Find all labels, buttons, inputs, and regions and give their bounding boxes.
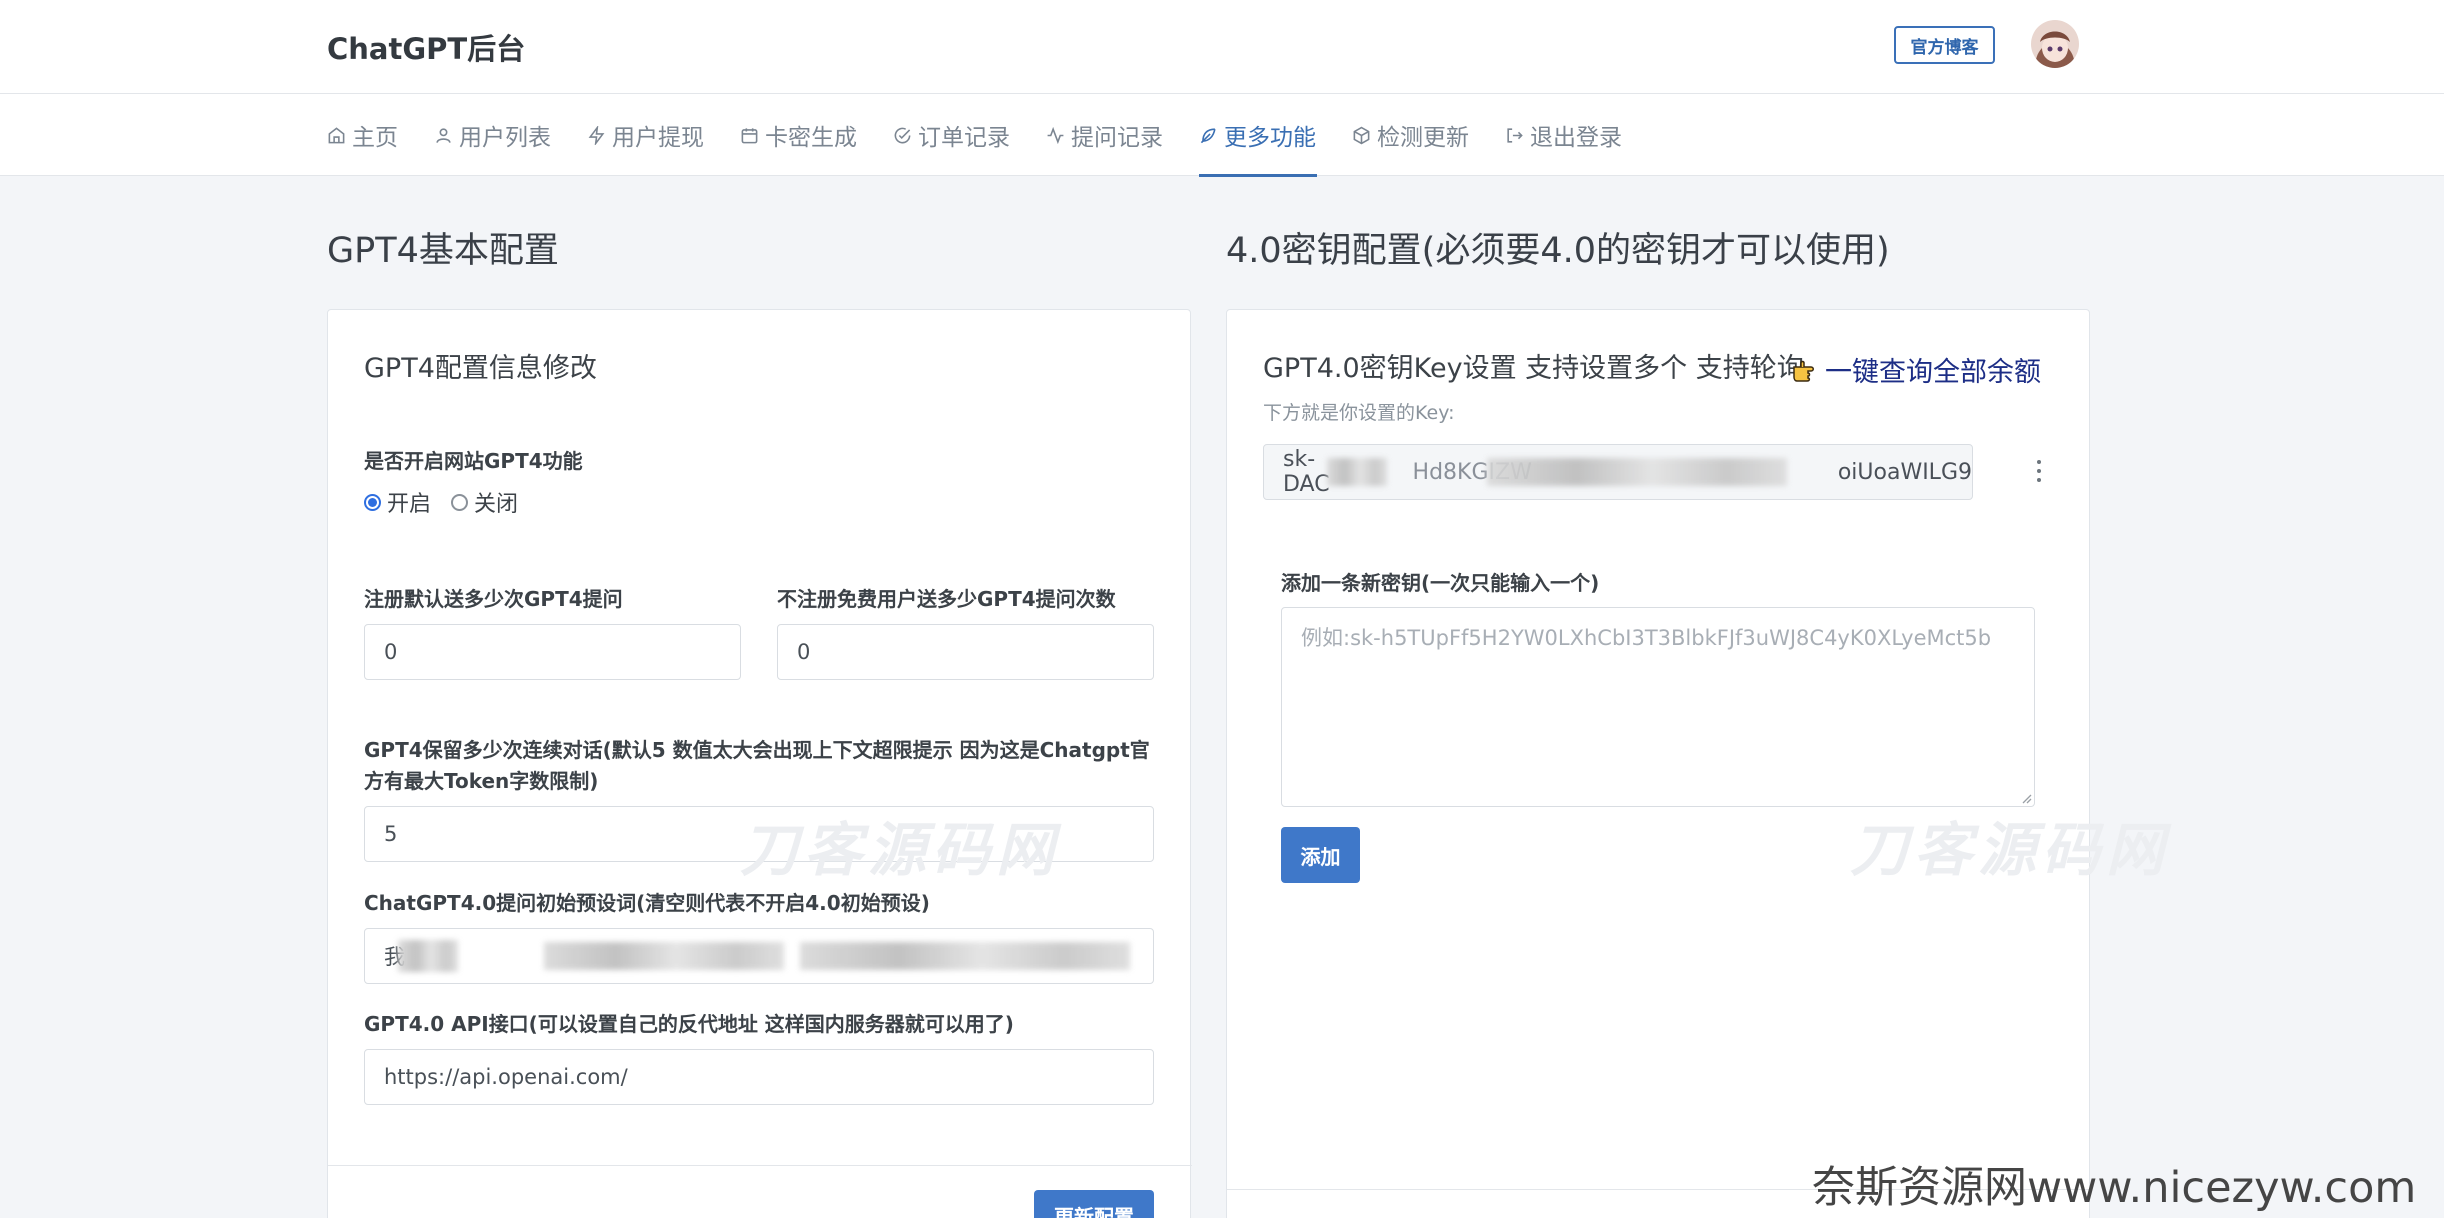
card-title: GPT4.0密钥Key设置 支持设置多个 支持轮询: [1263, 353, 1804, 384]
nav-item-user-list[interactable]: 用户列表: [434, 94, 551, 176]
nav-label: 订单记录: [918, 125, 1010, 151]
calendar-icon: [741, 127, 758, 143]
gpt4-config-card: GPT4配置信息修改 是否开启网站GPT4功能 开启 关闭 注册默认送多少次GP…: [327, 309, 1192, 1218]
query-balance-label: 一键查询全部余额: [1825, 357, 2041, 388]
pointing-hand-icon: [1793, 360, 1814, 382]
context-label-line1: GPT4保留多少次连续对话(默认5 数值太大会出现上下文超限提示 因为这是Cha…: [364, 738, 1150, 762]
nav-label: 主页: [352, 125, 398, 151]
key-hint: 下方就是你设置的Key:: [1263, 402, 1455, 424]
left-section-title: GPT4基本配置: [327, 231, 559, 271]
nav-item-questions[interactable]: 提问记录: [1046, 94, 1163, 176]
enable-label: 是否开启网站GPT4功能: [364, 449, 583, 473]
radio-off-label: 关闭: [474, 492, 519, 517]
api-input[interactable]: https://api.openai.com/: [364, 1049, 1154, 1105]
radio-on[interactable]: [364, 493, 381, 511]
blurred-text: [544, 942, 784, 970]
register-count-input[interactable]: 0: [364, 624, 741, 680]
card-title: GPT4配置信息修改: [364, 353, 597, 384]
context-label: GPT4保留多少次连续对话(默认5 数值太大会出现上下文超限提示 因为这是Cha…: [364, 735, 1164, 797]
nav-item-home[interactable]: 主页: [327, 94, 398, 176]
brand-title[interactable]: ChatGPT后台: [327, 26, 525, 68]
context-label-line2: 方有最大Token字数限制): [364, 769, 599, 793]
nav-label: 退出登录: [1530, 125, 1622, 151]
free-count-input[interactable]: 0: [777, 624, 1154, 680]
user-icon: [436, 127, 451, 143]
more-vertical-icon[interactable]: [2037, 460, 2043, 482]
query-balance-link[interactable]: 一键查询全部余额: [1791, 350, 2041, 389]
new-key-textarea[interactable]: 例如:sk-h5TUpFf5H2YW0LXhCbI3T3BlbkFJf3uWJ8…: [1281, 607, 2035, 807]
nav-label: 提问记录: [1071, 125, 1163, 151]
box-icon: [1353, 126, 1370, 144]
register-count-label: 注册默认送多少次GPT4提问: [364, 587, 623, 611]
card-divider: [328, 1165, 1192, 1166]
main-nav: 主页 用户列表 用户提现 卡密生成 订单记录 提问记录 更多功能 检测更新 退出…: [0, 94, 2444, 177]
textarea-placeholder: 例如:sk-h5TUpFf5H2YW0LXhCbI3T3BlbkFJf3uWJ8…: [1301, 626, 1992, 650]
add-key-button[interactable]: 添加: [1281, 827, 1360, 883]
nav-item-more[interactable]: 更多功能: [1199, 94, 1317, 177]
avatar[interactable]: [2031, 20, 2079, 68]
gpt4-key-card: GPT4.0密钥Key设置 支持设置多个 支持轮询 一键查询全部余额 下方就是你…: [1226, 309, 2091, 1218]
nav-label: 用户列表: [459, 125, 551, 151]
nav-item-logout[interactable]: 退出登录: [1505, 94, 1622, 176]
radio-on-label: 开启: [387, 492, 432, 517]
key-suffix: oiUoaWILG9: [1837, 459, 1972, 485]
feather-icon: [1200, 127, 1216, 143]
nav-label: 卡密生成: [765, 125, 857, 151]
nav-item-card-gen[interactable]: 卡密生成: [740, 94, 857, 176]
add-key-label: 添加一条新密钥(一次只能输入一个): [1281, 571, 1600, 595]
watermark-logo: 刀客源码网: [1850, 816, 2171, 884]
blurred-text: [1327, 458, 1387, 486]
nav-item-orders[interactable]: 订单记录: [893, 94, 1010, 176]
blurred-text: [800, 942, 1130, 970]
nav-item-withdraw[interactable]: 用户提现: [587, 94, 704, 176]
radio-group-enable: 开启 关闭: [364, 486, 518, 518]
logout-icon: [1507, 127, 1523, 143]
api-label: GPT4.0 API接口(可以设置自己的反代地址 这样国内服务器就可以用了): [364, 1012, 1014, 1036]
top-header: ChatGPT后台 官方博客: [0, 0, 2444, 94]
blurred-text: [398, 940, 458, 972]
official-blog-button[interactable]: 官方博客: [1894, 26, 1995, 64]
nav-item-check-update[interactable]: 检测更新: [1352, 94, 1469, 176]
update-config-button[interactable]: 更新配置: [1034, 1190, 1154, 1218]
radio-off[interactable]: [451, 493, 469, 511]
right-section-title: 4.0密钥配置(必须要4.0的密钥才可以使用): [1226, 231, 1890, 271]
free-count-label: 不注册免费用户送多少GPT4提问次数: [777, 587, 1116, 611]
nav-label: 更多功能: [1224, 125, 1316, 151]
check-circle-icon: [894, 127, 911, 143]
lightning-icon: [588, 125, 605, 145]
preset-label: ChatGPT4.0提问初始预设词(清空则代表不开启4.0初始预设): [364, 891, 930, 915]
watermark-logo: 刀客源码网: [740, 816, 1061, 884]
nav-label: 检测更新: [1377, 125, 1469, 151]
site-watermark: 奈斯资源网www.nicezyw.com: [1812, 1163, 2417, 1213]
home-icon: [328, 126, 345, 143]
nav-label: 用户提现: [612, 125, 704, 151]
activity-icon: [1047, 126, 1064, 144]
blurred-text: [1487, 458, 1787, 486]
